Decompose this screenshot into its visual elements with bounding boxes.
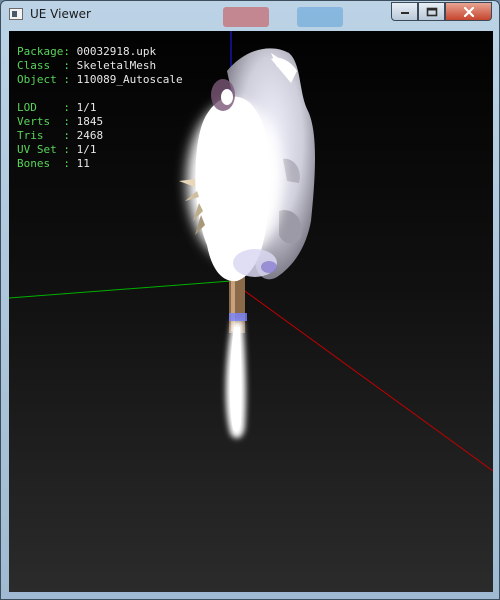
info-label: Object : (17, 73, 70, 86)
background-decoration (297, 7, 343, 27)
info-value: 11 (76, 157, 90, 170)
info-value: 00032918.upk (76, 45, 157, 58)
info-row-bones: Bones : 11 (17, 157, 183, 171)
info-value: 1845 (76, 115, 104, 128)
info-row-class: Class : SkeletalMesh (17, 59, 183, 73)
info-value: 2468 (76, 129, 104, 142)
info-value: SkeletalMesh (76, 59, 157, 72)
minimize-button[interactable] (391, 2, 418, 21)
info-label: Package: (17, 45, 70, 58)
background-decoration (223, 7, 269, 27)
axis-x (230, 280, 493, 472)
info-label: LOD : (17, 101, 70, 114)
info-label: UV Set : (17, 143, 70, 156)
axis-y (9, 280, 232, 299)
info-label: Tris : (17, 129, 70, 142)
app-window: UE Viewer Package: 00032918.upk Class: … (0, 0, 500, 600)
title-bar[interactable]: UE Viewer (1, 1, 499, 29)
mesh-info-panel: Package: 00032918.upk Class : SkeletalMe… (17, 45, 183, 171)
info-label: Class : (17, 59, 70, 72)
info-value: 1/1 (76, 143, 97, 156)
maximize-button[interactable] (418, 2, 445, 21)
info-row-object: Object : 110089_Autoscale (17, 73, 183, 87)
info-row-tris: Tris : 2468 (17, 129, 183, 143)
info-label: Bones : (17, 157, 70, 170)
info-row-package: Package: 00032918.upk (17, 45, 183, 59)
info-value: 110089_Autoscale (76, 73, 183, 86)
skeletal-mesh (179, 48, 315, 439)
app-icon[interactable] (9, 8, 23, 20)
info-label: Verts : (17, 115, 70, 128)
minimize-icon (400, 11, 409, 14)
3d-viewport[interactable]: Package: 00032918.upk Class : SkeletalMe… (9, 31, 493, 592)
info-row-uvset: UV Set : 1/1 (17, 143, 183, 157)
maximize-icon (426, 7, 437, 16)
info-value: 1/1 (76, 101, 97, 114)
close-icon (463, 6, 474, 17)
info-row-lod: LOD : 1/1 (17, 101, 183, 115)
close-button[interactable] (445, 2, 492, 21)
info-row-verts: Verts : 1845 (17, 115, 183, 129)
window-title: UE Viewer (30, 7, 91, 21)
